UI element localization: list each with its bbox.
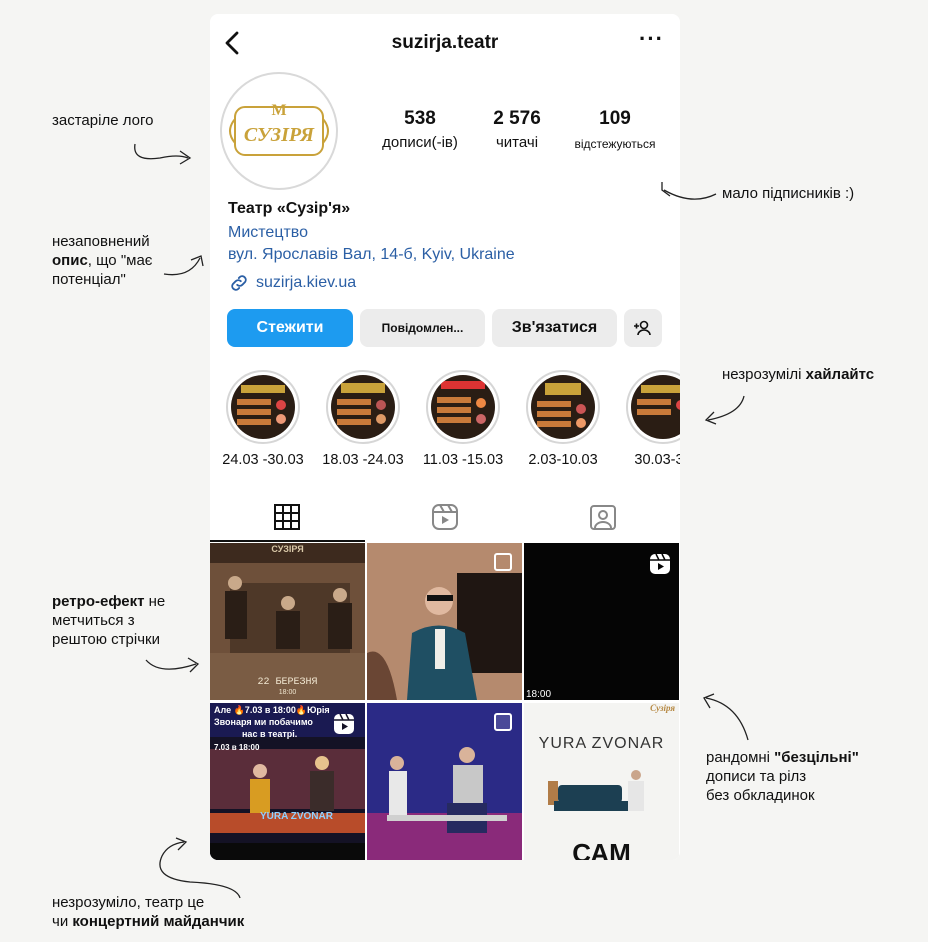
annotation-line: без обкладинок [706, 787, 815, 804]
highlight-item[interactable]: 11.03 -15.03 [413, 370, 513, 468]
annotation-arrow [704, 395, 745, 425]
annotation-few-followers: мало підписників :) [722, 185, 855, 202]
tagged-icon[interactable] [588, 502, 618, 532]
svg-text:М: М [271, 102, 286, 119]
annotation-line: , що "має [87, 252, 153, 269]
post-text: СУЗІРЯ [271, 544, 304, 554]
profile-category: Мистецтво [228, 224, 309, 241]
post-thumbnail[interactable]: Сузіря YURA ZVONAR САМ [524, 703, 679, 860]
reels-icon[interactable] [430, 502, 460, 532]
post-text: 18:00 [278, 689, 297, 696]
highlight-cover [631, 375, 680, 439]
stat-followers[interactable]: 2 576 читачі [480, 108, 554, 151]
highlight-cover [331, 375, 395, 439]
annotation-bold: хайлайтс [805, 366, 875, 383]
annotation-arrow [703, 693, 749, 741]
post-text: 22 БЕРЕЗНЯ [257, 677, 318, 688]
post-text: 7.03 в 18:00 [214, 743, 260, 752]
theatre-logo: М СУЗІРЯ [229, 102, 329, 156]
annotation-bold: "безцільні" [774, 749, 859, 766]
highlight-item[interactable]: 30.03-31 [613, 370, 680, 468]
annotation-line: незрозумілі [722, 366, 806, 383]
profile-address[interactable]: вул. Ярославів Вал, 14-б, Kyiv, Ukraine [228, 246, 515, 264]
following-label: відстежуються [574, 137, 656, 151]
instagram-profile-screen: suzirja.teatr ··· М СУЗІРЯ 538 дописи(-і… [210, 14, 680, 860]
stat-following[interactable]: 109 відстежуються [554, 108, 676, 151]
followers-count: 2 576 [493, 108, 541, 129]
annotation-arrow [159, 837, 241, 899]
annotation-description: незаповнений опис, що "має потенціал" [52, 232, 152, 289]
annotation-line: незаповнений [52, 233, 150, 250]
following-count: 109 [599, 108, 631, 129]
post-thumbnail[interactable]: 18:00 [524, 543, 679, 700]
more-options-icon[interactable]: ··· [639, 28, 664, 50]
profile-link[interactable]: suzirja.kiev.ua [228, 272, 356, 294]
story-highlights: 24.03 -30.03 18.03 -24.03 11.03 -15.03 2… [210, 370, 680, 470]
annotation-line: рештою стрічки [52, 631, 160, 648]
annotation-bold: концертний майданчик [72, 913, 245, 930]
post-thumbnail[interactable]: СУЗІРЯ 22 БЕРЕЗНЯ 18:00 [210, 543, 365, 700]
highlight-item[interactable]: 24.03 -30.03 [213, 370, 313, 468]
post-thumbnail[interactable] [367, 703, 522, 860]
grid-icon[interactable] [272, 502, 302, 532]
profile-stats: 538 дописи(-ів) 2 576 читачі 109 відстеж… [360, 108, 680, 151]
highlight-label: 24.03 -30.03 [222, 452, 304, 468]
highlight-item[interactable]: 2.03-10.03 [513, 370, 613, 468]
annotation-line: рандомні [706, 749, 775, 766]
post-text: 18:00 [526, 689, 552, 700]
annotation-arrow [661, 182, 717, 200]
posts-label: дописи(-ів) [382, 134, 458, 151]
highlight-cover [431, 375, 495, 439]
carousel-icon [494, 553, 512, 571]
annotation-retro-effect: ретро-ефект не метчиться з рештою стрічк… [52, 592, 165, 649]
post-text: Звонаря ми побачимо [214, 717, 313, 727]
annotation-line: чи [52, 913, 73, 930]
annotation-arrow [145, 657, 200, 673]
reel-icon [334, 713, 354, 734]
post-text: САМ [572, 838, 631, 860]
profile-username: suzirja.teatr [391, 32, 499, 53]
annotation-arrow [163, 255, 204, 276]
highlight-label: 18.03 -24.03 [322, 452, 404, 468]
followers-label: читачі [495, 134, 539, 151]
highlight-cover [231, 375, 295, 439]
highlight-cover [531, 375, 595, 439]
add-user-icon [634, 320, 651, 336]
link-icon [231, 275, 247, 291]
active-tab-indicator [210, 540, 365, 542]
annotation-line: метчиться з [52, 612, 135, 629]
contact-button[interactable]: Зв'язатися [492, 309, 617, 347]
annotation-arrow [134, 143, 192, 165]
annotation-line: не [144, 593, 166, 610]
annotation-outdated-logo: застаріле лого [52, 112, 154, 129]
message-button[interactable]: Повідомлен... [360, 309, 485, 347]
avatar[interactable]: М СУЗІРЯ [220, 72, 338, 190]
stat-posts[interactable]: 538 дописи(-ів) [360, 108, 480, 151]
carousel-icon [494, 713, 512, 731]
post-thumbnail[interactable] [367, 543, 522, 700]
post-text: Але 🔥7.03 в 18:00🔥Юрія [214, 705, 330, 715]
top-bar: suzirja.teatr ··· [210, 14, 680, 70]
annotation-highlights: незрозумілі хайлайтс [722, 365, 874, 384]
highlight-label: 2.03-10.03 [528, 452, 598, 468]
profile-link-text: suzirja.kiev.ua [256, 274, 357, 291]
annotation-line: дописи та рілз [706, 768, 807, 785]
highlight-item[interactable]: 18.03 -24.03 [313, 370, 413, 468]
annotation-bold: опис [52, 252, 88, 269]
add-user-button[interactable] [624, 309, 662, 347]
reel-icon [650, 553, 670, 574]
post-text: YURA ZVONAR [260, 811, 333, 822]
post-text: нас в театрі. [242, 729, 298, 739]
annotation-line: потенціал" [52, 271, 126, 288]
annotation-random-posts: рандомні "безцільні" дописи та рілз без … [706, 748, 859, 805]
annotation-bold: ретро-ефект [52, 593, 145, 610]
profile-name: Театр «Сузір'я» [228, 200, 351, 217]
follow-button[interactable]: Стежити [227, 309, 353, 347]
svg-text:СУЗІРЯ: СУЗІРЯ [244, 124, 315, 146]
posts-count: 538 [404, 108, 436, 129]
profile-tabs [210, 496, 680, 542]
highlight-label: 11.03 -15.03 [422, 452, 504, 468]
highlight-label: 30.03-31 [634, 452, 680, 468]
posts-grid: СУЗІРЯ 22 БЕРЕЗНЯ 18:00 18:00 Але 🔥7.03 … [210, 543, 680, 860]
